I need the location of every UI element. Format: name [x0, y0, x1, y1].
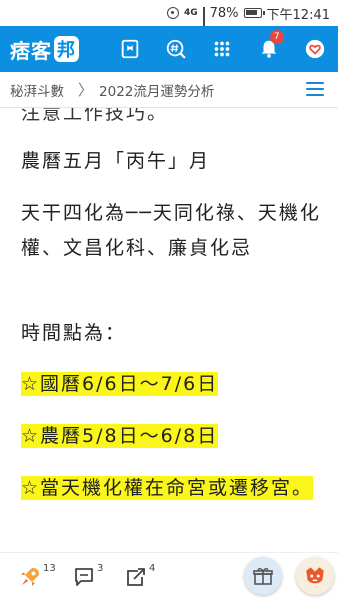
article-body: 注意工作技巧。 農曆五月「丙午」月 天干四化為──天同化祿、天機化權、文昌化科、… — [0, 108, 338, 552]
status-bar: 4G 78% 下午12:41 — [0, 0, 338, 38]
breadcrumb-blog[interactable]: 秘湃斗數 — [10, 80, 64, 100]
logo-mark: 邦 — [54, 36, 79, 62]
highlighted-paragraph: ☆當天機化權在命宮或遷移宮。 — [21, 471, 321, 506]
avatar-button[interactable] — [296, 557, 334, 595]
comment-count: 3 — [97, 563, 104, 574]
logo-text: 痞客 — [10, 38, 52, 63]
article-cut-text: 注意工作技巧。 — [21, 108, 169, 124]
breadcrumb: 秘湃斗數 〉 2022流月運勢分析 — [0, 72, 338, 108]
share-count: 4 — [149, 563, 156, 574]
user-avatar-button[interactable] — [292, 26, 338, 72]
highlighted-paragraph: ☆國曆6/6日～7/6日 — [21, 367, 321, 402]
menu-line — [306, 88, 324, 90]
highlight-text: ☆當天機化權在命宮或遷移宮。 — [21, 476, 314, 500]
notifications-button[interactable]: 7 — [245, 26, 291, 72]
menu-button[interactable] — [306, 82, 324, 96]
hotspot-icon — [166, 7, 179, 19]
bookmark-button[interactable] — [107, 26, 153, 72]
bookmark-icon — [121, 39, 138, 59]
grid-icon — [214, 41, 230, 57]
breadcrumb-separator: 〉 — [78, 81, 94, 99]
bottom-action-bar: 13 3 4 — [0, 552, 338, 600]
comment-icon — [75, 568, 93, 586]
network-type: 4G — [183, 7, 198, 18]
article-paragraph: 農曆五月「丙午」月 — [21, 150, 211, 172]
highlighted-paragraph: ☆農曆5/8日～6/8日 — [21, 419, 321, 454]
hashtag-search-icon — [166, 39, 186, 59]
like-count: 13 — [43, 563, 56, 574]
signal-icon — [202, 7, 205, 38]
highlight-text: ☆國曆6/6日～7/6日 — [21, 372, 219, 396]
article-paragraph: 天干四化為──天同化祿、天機化權、文昌化科、廉貞化忌 — [21, 202, 321, 259]
like-button[interactable]: 13 — [18, 563, 56, 589]
battery-icon — [243, 8, 265, 18]
share-button[interactable]: 4 — [124, 563, 156, 589]
apps-button[interactable] — [199, 26, 245, 72]
gift-button[interactable] — [244, 557, 282, 595]
heart-avatar-icon — [305, 39, 325, 59]
menu-line — [306, 82, 324, 84]
article-paragraph: 時間點為： — [21, 322, 127, 344]
clock: 下午12:41 — [266, 7, 330, 23]
notification-badge: 7 — [269, 30, 284, 44]
highlight-text: ☆農曆5/8日～6/8日 — [21, 424, 219, 448]
app-header: 痞客邦 7 — [0, 26, 338, 72]
menu-line — [306, 94, 324, 96]
gift-icon — [253, 568, 273, 585]
app-logo[interactable]: 痞客邦 — [0, 26, 99, 72]
battery-percent: 78% — [209, 5, 239, 21]
comment-button[interactable]: 3 — [72, 563, 104, 589]
mascot-icon — [306, 567, 324, 584]
breadcrumb-article[interactable]: 2022流月運勢分析 — [99, 80, 214, 100]
share-icon — [127, 568, 145, 586]
hashtag-search-button[interactable] — [153, 26, 199, 72]
rocket-icon — [21, 568, 39, 586]
